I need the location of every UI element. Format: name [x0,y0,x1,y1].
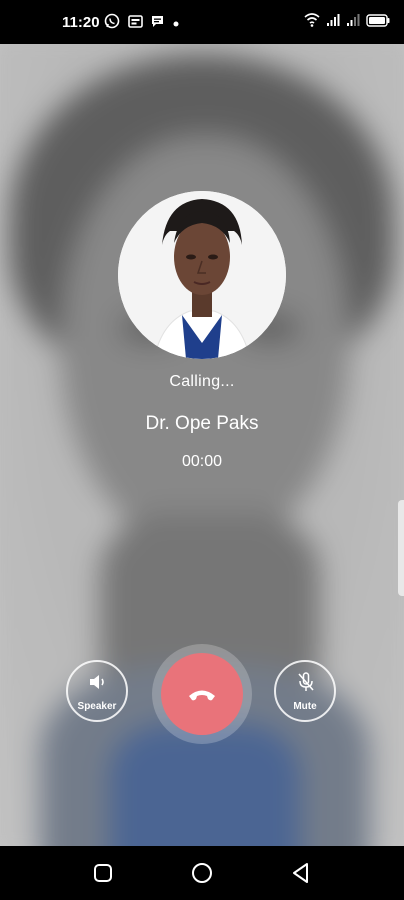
mute-mic-icon [294,670,318,694]
status-notification-icons [104,13,180,34]
status-bar: 11:20 [0,0,404,44]
battery-icon [366,13,390,32]
status-system-icons [304,13,390,32]
navigation-bar [0,846,404,900]
callee-avatar [118,191,286,359]
speaker-label: Speaker [77,701,117,712]
mute-label: Mute [293,701,317,712]
home-icon[interactable] [188,859,216,887]
wifi-icon [304,13,320,32]
signal-icon [326,13,340,32]
end-call-button[interactable] [161,653,243,735]
call-screen: Calling... Dr. Ope Paks 00:00 Speaker Mu… [0,44,404,846]
edge-panel-handle[interactable] [398,500,404,596]
back-icon[interactable] [287,859,315,887]
hang-up-phone-icon [189,690,215,701]
call-status-text: Calling... [169,373,235,390]
callee-name: Dr. Ope Paks [145,413,259,434]
status-time: 11:20 [62,14,100,31]
chat-icon [151,15,164,33]
recent-apps-icon[interactable] [89,859,117,887]
mute-button[interactable]: Mute [274,660,336,722]
speaker-icon [86,670,110,694]
dot-icon [172,15,180,33]
call-timer: 00:00 [181,453,223,470]
speaker-button[interactable]: Speaker [66,660,128,722]
notification-card-icon [128,14,143,34]
whatsapp-icon [104,13,120,34]
signal-icon [346,13,360,32]
